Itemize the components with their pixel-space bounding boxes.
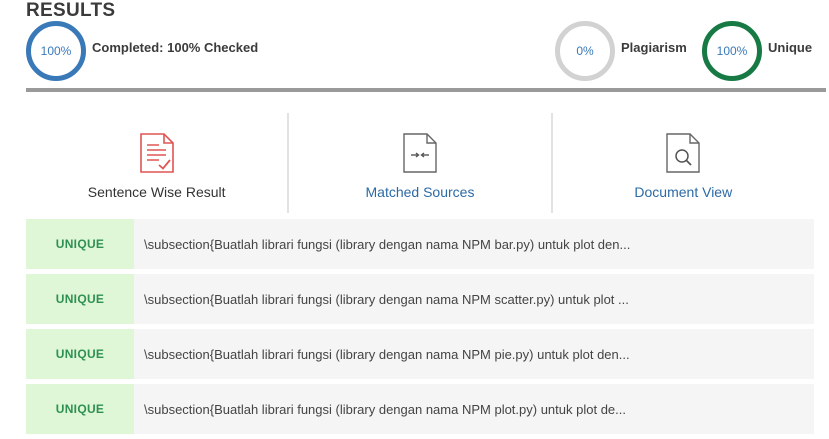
document-check-icon <box>139 133 174 173</box>
plagiarism-percent: 0% <box>576 44 594 58</box>
status-badge: UNIQUE <box>26 219 134 269</box>
result-row[interactable]: UNIQUE \subsection{Buatlah librari fungs… <box>26 329 814 379</box>
status-badge: UNIQUE <box>26 329 134 379</box>
unique-percent: 100% <box>716 44 748 58</box>
tab-sentence-wise-result[interactable]: Sentence Wise Result <box>26 113 287 213</box>
page-title: RESULTS <box>26 0 116 21</box>
status-badge: UNIQUE <box>26 384 134 434</box>
result-tabs: Sentence Wise Result Matched Sources Doc… <box>26 113 814 213</box>
tab-label: Document View <box>634 184 733 200</box>
result-row[interactable]: UNIQUE \subsection{Buatlah librari fungs… <box>26 274 814 324</box>
status-badge: UNIQUE <box>26 274 134 324</box>
result-sentence[interactable]: \subsection{Buatlah librari fungsi (libr… <box>134 219 814 269</box>
plagiarism-label: Plagiarism <box>621 40 687 55</box>
tab-document-view[interactable]: Document View <box>550 113 814 213</box>
completed-label: Completed: 100% Checked <box>92 40 259 55</box>
result-row[interactable]: UNIQUE \subsection{Buatlah librari fungs… <box>26 384 814 434</box>
result-sentence[interactable]: \subsection{Buatlah librari fungsi (libr… <box>134 274 814 324</box>
tab-matched-sources[interactable]: Matched Sources <box>287 113 550 213</box>
document-search-icon <box>666 133 701 173</box>
result-sentence[interactable]: \subsection{Buatlah librari fungsi (libr… <box>134 384 814 434</box>
divider <box>26 88 826 92</box>
tab-label: Sentence Wise Result <box>87 184 226 200</box>
document-compare-icon <box>403 133 437 173</box>
result-row[interactable]: UNIQUE \subsection{Buatlah librari fungs… <box>26 219 814 269</box>
unique-label: Unique <box>768 40 813 55</box>
completed-percent: 100% <box>40 44 72 58</box>
plagiarism-progress-ring: 0% <box>555 21 615 81</box>
unique-progress-ring: 100% <box>702 21 762 81</box>
sentence-result-list: UNIQUE \subsection{Buatlah librari fungs… <box>26 219 814 439</box>
completed-progress-ring: 100% <box>26 21 86 81</box>
result-sentence[interactable]: \subsection{Buatlah librari fungsi (libr… <box>134 329 814 379</box>
tab-label: Matched Sources <box>365 184 475 200</box>
